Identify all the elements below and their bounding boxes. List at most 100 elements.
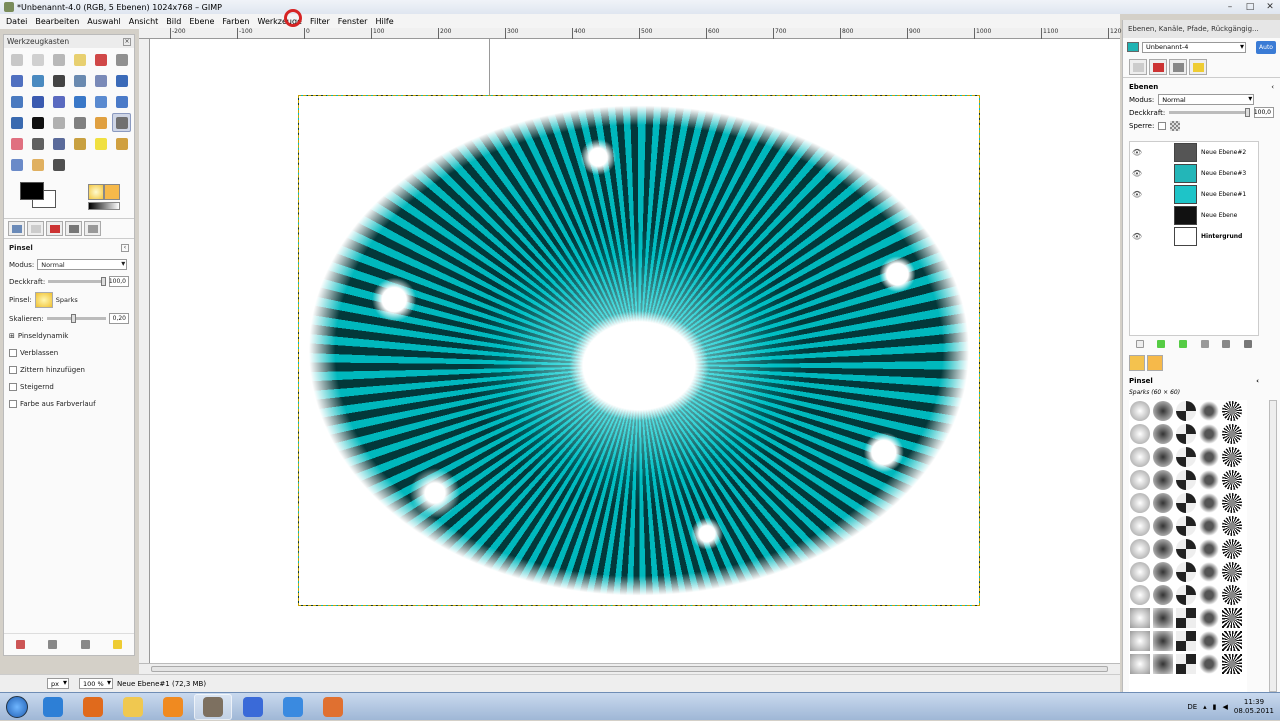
brush-preview-item[interactable] — [1130, 539, 1150, 559]
layer-row[interactable]: Neue Ebene — [1130, 205, 1258, 226]
tray-arrow-icon[interactable]: ▴ — [1203, 703, 1207, 711]
fade-checkbox[interactable] — [9, 348, 17, 357]
scrollbar-thumb[interactable] — [151, 666, 1108, 672]
crop-icon[interactable] — [28, 92, 47, 111]
brush-preview-item[interactable] — [1222, 470, 1242, 490]
ink-icon[interactable] — [49, 134, 68, 153]
layer-name[interactable]: Neue Ebene#2 — [1201, 149, 1246, 156]
delete-options-icon[interactable] — [80, 640, 90, 649]
unit-select[interactable]: px — [47, 678, 69, 689]
clone-icon[interactable] — [70, 134, 89, 153]
layer-row[interactable]: 👁 Neue Ebene#2 — [1130, 142, 1258, 163]
heal-icon[interactable] — [91, 134, 110, 153]
opacity-input[interactable]: 100,0 — [109, 276, 129, 287]
network-icon[interactable]: ▮ — [1213, 703, 1217, 711]
remote-desktop-taskbar-button[interactable] — [274, 694, 312, 720]
restore-options-icon[interactable] — [48, 640, 58, 649]
rect-select-icon[interactable] — [7, 50, 26, 69]
brush-preview-item[interactable] — [1130, 608, 1150, 628]
dodge-burn-icon[interactable] — [49, 155, 68, 174]
lock-alpha-icon[interactable] — [1170, 120, 1181, 131]
close-button[interactable]: ✕ — [1260, 0, 1280, 14]
brush-preview-item[interactable] — [1222, 631, 1242, 651]
fuzzy-select-icon[interactable] — [70, 50, 89, 69]
paths-tab[interactable] — [1169, 59, 1187, 75]
brush-preview-item[interactable] — [1130, 585, 1150, 605]
layer-name[interactable]: Neue Ebene#1 — [1201, 191, 1246, 198]
brush-preview-item[interactable] — [1199, 585, 1219, 605]
horizontal-scrollbar[interactable] — [139, 663, 1120, 674]
delete-layer-icon[interactable] — [1244, 340, 1253, 348]
layer-row[interactable]: 👁 Hintergrund — [1130, 226, 1258, 247]
jitter-checkbox[interactable] — [9, 365, 17, 374]
brush-preview-item[interactable] — [1153, 539, 1173, 559]
brushes-tab[interactable] — [1129, 355, 1145, 371]
brush-preview-item[interactable] — [1153, 631, 1173, 651]
brush-preview-item[interactable] — [1222, 608, 1242, 628]
brush-preview-item[interactable] — [1176, 470, 1196, 490]
menu-hilfe[interactable]: Hilfe — [371, 17, 397, 26]
blur-icon[interactable] — [7, 155, 26, 174]
flip-icon[interactable] — [7, 113, 26, 132]
brush-dynamics-label[interactable]: Pinseldynamik — [18, 332, 68, 340]
rotate-icon[interactable] — [49, 92, 68, 111]
brush-preview-item[interactable] — [1130, 631, 1150, 651]
brush-preview-item[interactable] — [1176, 424, 1196, 444]
menu-bearbeiten[interactable]: Bearbeiten — [31, 17, 83, 26]
zoom-icon[interactable] — [70, 71, 89, 90]
brush-preview-item[interactable] — [1153, 585, 1173, 605]
menu-datei[interactable]: Datei — [2, 17, 31, 26]
reset-options-icon[interactable] — [113, 640, 123, 649]
patterns-tab[interactable] — [1147, 355, 1163, 371]
recorder-taskbar-button[interactable] — [314, 694, 352, 720]
layer-row[interactable]: 👁 Neue Ebene#1 — [1130, 184, 1258, 205]
text-icon[interactable] — [28, 113, 47, 132]
layer-name[interactable]: Neue Ebene#3 — [1201, 170, 1246, 177]
airbrush-icon[interactable] — [28, 134, 47, 153]
brush-preview-item[interactable] — [1222, 539, 1242, 559]
volume-icon[interactable]: ◀ — [1223, 703, 1228, 711]
shear-icon[interactable] — [91, 92, 110, 111]
brush-preview-item[interactable] — [1199, 493, 1219, 513]
layers-tab[interactable] — [1129, 59, 1147, 75]
menu-fenster[interactable]: Fenster — [334, 17, 372, 26]
paintbrush-icon[interactable] — [112, 113, 131, 132]
brush-preview-item[interactable] — [1199, 631, 1219, 651]
brush-preview-item[interactable] — [1176, 562, 1196, 582]
brush-preview-item[interactable] — [1199, 401, 1219, 421]
layer-row[interactable]: 👁 Neue Ebene#3 — [1130, 163, 1258, 184]
eye-icon[interactable]: 👁 — [1130, 232, 1144, 241]
brush-preview-item[interactable] — [1130, 401, 1150, 421]
undo-tab[interactable] — [1189, 59, 1207, 75]
opacity-slider[interactable] — [48, 277, 106, 286]
maximize-button[interactable]: □ — [1240, 0, 1260, 14]
minimize-button[interactable]: – — [1220, 0, 1240, 14]
gradient-preview[interactable] — [88, 202, 120, 210]
auto-button[interactable]: Auto — [1256, 40, 1276, 54]
brush-preview-item[interactable] — [1153, 608, 1173, 628]
brush-preview-item[interactable] — [1176, 493, 1196, 513]
anchor-layer-icon[interactable] — [1222, 340, 1231, 348]
menu-auswahl[interactable]: Auswahl — [83, 17, 124, 26]
menu-ebene[interactable]: Ebene — [185, 17, 218, 26]
foreground-color[interactable] — [20, 182, 44, 200]
ellipse-select-icon[interactable] — [28, 50, 47, 69]
menu-ansicht[interactable]: Ansicht — [125, 17, 163, 26]
clock[interactable]: 11:39 08.05.2011 — [1234, 698, 1274, 716]
close-icon[interactable]: × — [123, 37, 131, 46]
scale-slider[interactable] — [46, 314, 106, 323]
tool-options-menu-icon[interactable]: ‹ — [121, 243, 129, 252]
gimp-taskbar-button[interactable] — [194, 693, 232, 720]
eye-icon[interactable]: 👁 — [1130, 148, 1144, 157]
brush-preview-item[interactable] — [1153, 654, 1173, 674]
pencil-icon[interactable] — [91, 113, 110, 132]
scissors-icon[interactable] — [112, 50, 131, 69]
layer-name[interactable]: Hintergrund — [1201, 233, 1242, 240]
brush-preview-item[interactable] — [1130, 470, 1150, 490]
menu-farben[interactable]: Farben — [218, 17, 253, 26]
brush-preview-item[interactable] — [1222, 654, 1242, 674]
horizontal-ruler[interactable]: -200 -100 0 100 200 300 400 500 600 700 800 900 1000… — [139, 28, 1125, 39]
explorer-taskbar-button[interactable] — [114, 694, 152, 720]
menu-bild[interactable]: Bild — [162, 17, 185, 26]
measure-icon[interactable] — [91, 71, 110, 90]
